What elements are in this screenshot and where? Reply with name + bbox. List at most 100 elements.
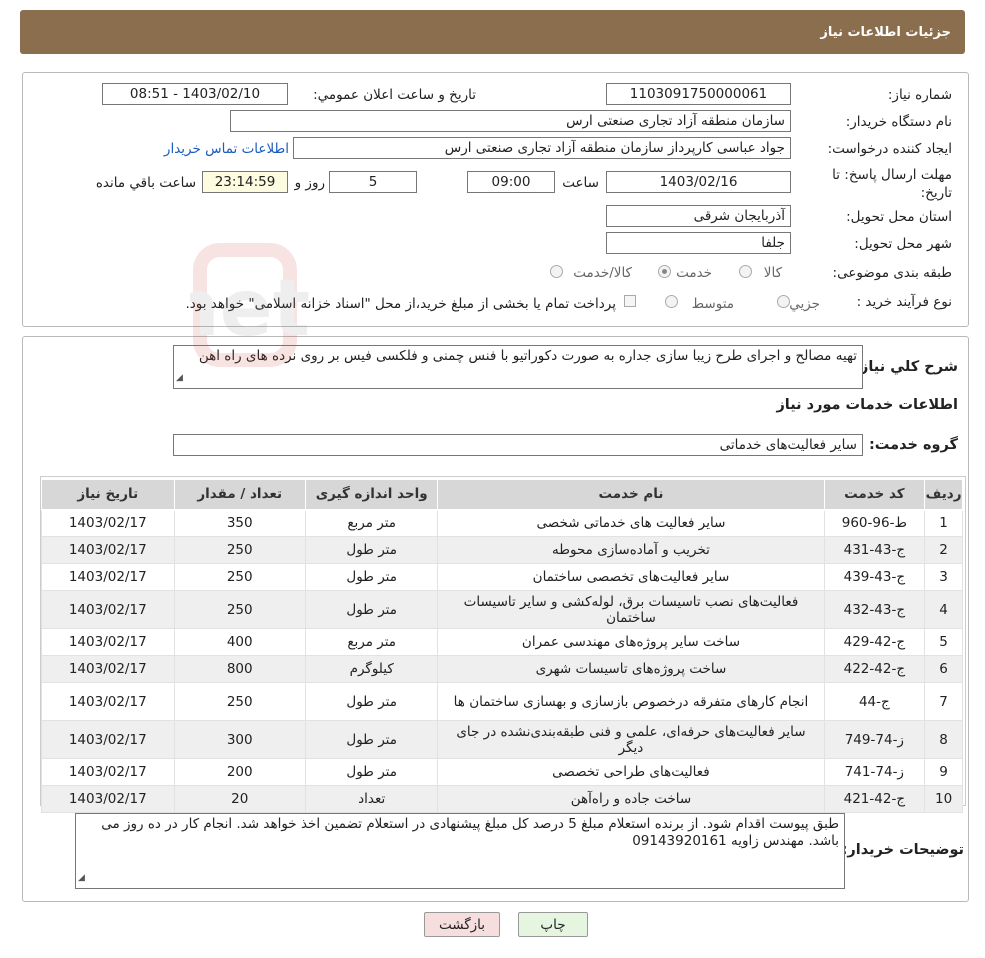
cell-service-code: ز-74-741 bbox=[823, 758, 926, 786]
cell-row-number: 3 bbox=[924, 563, 963, 591]
cell-service-code: ج-43-431 bbox=[823, 536, 926, 564]
cell-quantity: 250 bbox=[173, 590, 306, 629]
deadline-time-label: ساعت bbox=[562, 175, 599, 191]
cell-row-number: 7 bbox=[924, 682, 963, 721]
cell-unit: کیلوگرم bbox=[304, 655, 439, 683]
cell-unit: متر طول bbox=[304, 536, 439, 564]
cell-need-date: 1403/02/17 bbox=[41, 590, 175, 629]
cell-unit: متر طول bbox=[304, 563, 439, 591]
province-field: آذربايجان شرقی bbox=[606, 205, 791, 227]
col-header-date: تاريخ نياز bbox=[41, 479, 175, 511]
cell-row-number: 2 bbox=[924, 536, 963, 564]
cell-row-number: 10 bbox=[924, 785, 963, 813]
cell-unit: متر مربع bbox=[304, 509, 439, 537]
cell-need-date: 1403/02/17 bbox=[41, 758, 175, 786]
deadline-date-field: 1403/02/16 bbox=[606, 171, 791, 193]
need-number-label: شماره نیاز: bbox=[887, 87, 952, 103]
cell-quantity: 200 bbox=[173, 758, 306, 786]
buyer-field: سازمان منطقه آزاد تجاری صنعتی ارس bbox=[230, 110, 791, 132]
city-field: جلفا bbox=[606, 232, 791, 254]
cell-row-number: 5 bbox=[924, 628, 963, 656]
cell-need-date: 1403/02/17 bbox=[41, 720, 175, 759]
buyer-notes-label: توضيحات خريدار: bbox=[841, 842, 964, 858]
buyer-notes-textarea[interactable]: طبق پیوست اقدام شود. از برنده استعلام مب… bbox=[75, 813, 845, 889]
category-service-radio[interactable] bbox=[658, 265, 671, 278]
process-option-medium: متوسط bbox=[691, 296, 734, 312]
cell-service-name: ساخت پروژه‌های تاسیسات شهری bbox=[437, 655, 825, 683]
process-partial-radio[interactable] bbox=[777, 295, 790, 308]
summary-label: شرح کلي نياز: bbox=[854, 359, 958, 375]
cell-service-name: سایر فعالیت های خدماتی شخصی bbox=[437, 509, 825, 537]
services-table-body: 1 ط-96-960 سایر فعالیت های خدماتی شخصی متر … bbox=[41, 509, 963, 813]
category-both-radio[interactable] bbox=[550, 265, 563, 278]
creator-label: ايجاد کننده درخواست: bbox=[827, 141, 952, 157]
creator-field: جواد عباسی کارپرداز سازمان منطقه آزاد تج… bbox=[293, 137, 791, 159]
cell-need-date: 1403/02/17 bbox=[41, 563, 175, 591]
process-option-partial: جزیي bbox=[789, 296, 820, 312]
cell-service-code: ج-42-421 bbox=[823, 785, 926, 813]
cell-unit: متر طول bbox=[304, 720, 439, 759]
table-row: 7 ج-44 انجام کارهای متفرقه درخصوص بازسازی … bbox=[41, 682, 963, 721]
announce-date-field: 1403/02/10 - 08:51 bbox=[102, 83, 288, 105]
cell-unit: تعداد bbox=[304, 785, 439, 813]
cell-service-name: ساخت جاده و راه‌آهن bbox=[437, 785, 825, 813]
print-button[interactable]: چاپ bbox=[518, 912, 588, 937]
table-header-row: رديف کد خدمت نام خدمت واحد اندازه گيری ت… bbox=[41, 479, 963, 511]
process-medium-radio[interactable] bbox=[665, 295, 678, 308]
cell-unit: متر طول bbox=[304, 758, 439, 786]
cell-service-name: تخریب و آماده‌سازی محوطه bbox=[437, 536, 825, 564]
category-option-goods: کالا bbox=[763, 265, 782, 281]
cell-service-name: سایر فعالیت‌های حرفه‌ای، علمی و فنی طبقه… bbox=[437, 720, 825, 759]
cell-unit: متر طول bbox=[304, 590, 439, 629]
cell-quantity: 800 bbox=[173, 655, 306, 683]
table-row: 1 ط-96-960 سایر فعالیت های خدماتی شخصی متر … bbox=[41, 509, 963, 537]
services-panel: شرح کلي نياز: تهیه مصالح و اجرای طرح زیب… bbox=[22, 336, 969, 902]
cell-service-code: ز-74-749 bbox=[823, 720, 926, 759]
remaining-time-field: 23:14:59 bbox=[202, 171, 288, 193]
cell-unit: متر مربع bbox=[304, 628, 439, 656]
deadline-time-field: 09:00 bbox=[467, 171, 555, 193]
resize-handle-icon[interactable]: ◢ bbox=[176, 370, 183, 387]
col-header-code: کد خدمت bbox=[823, 479, 926, 511]
cell-service-code: ط-96-960 bbox=[823, 509, 926, 537]
cell-quantity: 250 bbox=[173, 682, 306, 721]
treasury-note: پرداخت تمام یا بخشی از مبلغ خرید،از محل … bbox=[185, 296, 616, 312]
back-button[interactable]: بازگشت bbox=[424, 912, 500, 937]
category-option-service: خدمت bbox=[676, 265, 712, 281]
cell-service-code: ج-44 bbox=[823, 682, 926, 721]
category-option-both: کالا/خدمت bbox=[573, 265, 632, 281]
table-row: 8 ز-74-749 سایر فعالیت‌های حرفه‌ای، علمی و… bbox=[41, 720, 963, 759]
cell-quantity: 250 bbox=[173, 536, 306, 564]
summary-textarea[interactable]: تهیه مصالح و اجرای طرح زیبا سازی جداره ب… bbox=[173, 345, 863, 389]
cell-service-name: فعالیت‌های طراحی تخصصی bbox=[437, 758, 825, 786]
city-label: شهر محل تحويل: bbox=[854, 236, 952, 252]
cell-row-number: 6 bbox=[924, 655, 963, 683]
cell-quantity: 250 bbox=[173, 563, 306, 591]
service-group-field: ساير فعاليت‌های خدماتی bbox=[173, 434, 863, 456]
cell-need-date: 1403/02/17 bbox=[41, 536, 175, 564]
treasury-checkbox[interactable] bbox=[624, 295, 636, 307]
deadline-label-1: مهلت ارسال پاسخ: تا bbox=[832, 167, 952, 183]
category-label: طبقه بندی موضوعی: bbox=[832, 265, 952, 281]
cell-row-number: 9 bbox=[924, 758, 963, 786]
cell-row-number: 4 bbox=[924, 590, 963, 629]
buyer-contact-link[interactable]: اطلاعات تماس خريدار bbox=[164, 141, 289, 157]
cell-service-name: ساخت سایر پروژه‌های مهندسی عمران bbox=[437, 628, 825, 656]
need-info-panel: شماره نیاز: 1103091750000061 تاریخ و ساع… bbox=[22, 72, 969, 327]
services-title: اطلاعات خدمات مورد نياز bbox=[776, 397, 958, 413]
cell-need-date: 1403/02/17 bbox=[41, 655, 175, 683]
cell-row-number: 1 bbox=[924, 509, 963, 537]
cell-row-number: 8 bbox=[924, 720, 963, 759]
services-table: رديف کد خدمت نام خدمت واحد اندازه گيری ت… bbox=[41, 479, 963, 813]
cell-service-code: ج-42-429 bbox=[823, 628, 926, 656]
province-label: استان محل تحويل: bbox=[846, 209, 952, 225]
table-row: 10 ج-42-421 ساخت جاده و راه‌آهن تعداد 20 1403… bbox=[41, 785, 963, 813]
days-field: 5 bbox=[329, 171, 417, 193]
table-row: 4 ج-43-432 فعالیت‌های نصب تاسیسات برق، لول… bbox=[41, 590, 963, 629]
page-title: جزئیات اطلاعات نیاز bbox=[820, 24, 951, 40]
summary-text: تهیه مصالح و اجرای طرح زیبا سازی جداره ب… bbox=[198, 348, 857, 364]
notes-resize-handle-icon[interactable]: ◢ bbox=[78, 870, 85, 887]
category-goods-radio[interactable] bbox=[739, 265, 752, 278]
cell-service-code: ج-42-422 bbox=[823, 655, 926, 683]
buyer-notes-text: طبق پیوست اقدام شود. از برنده استعلام مب… bbox=[101, 816, 839, 849]
